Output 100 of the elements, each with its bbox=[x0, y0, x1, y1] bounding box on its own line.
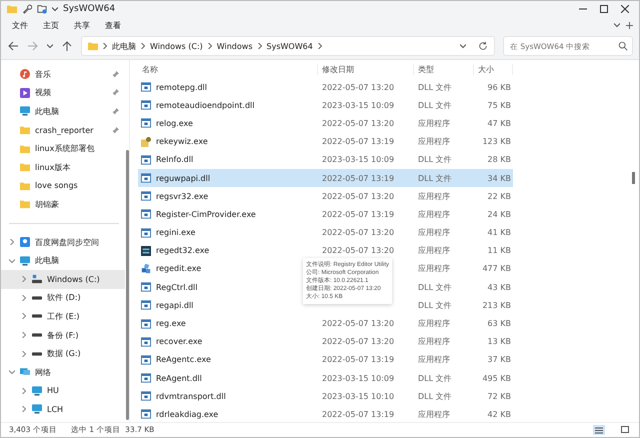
menu-item[interactable]: 共享 bbox=[69, 20, 100, 30]
sidebar-item[interactable]: 视频 bbox=[1, 84, 129, 102]
file-name[interactable]: ReAgentc.exe bbox=[156, 355, 211, 364]
breadcrumb-item[interactable]: Windows (C:) bbox=[150, 42, 203, 50]
tree-item[interactable]: 网络 bbox=[1, 362, 125, 382]
up-arrow-icon[interactable] bbox=[61, 40, 73, 52]
type-cell-text: DLL 文件 bbox=[417, 372, 453, 384]
chevron-down-icon[interactable] bbox=[47, 43, 53, 49]
tree-item[interactable]: Windows (C:) bbox=[1, 270, 125, 289]
file-name[interactable]: remoteaudioendpoint.dll bbox=[156, 100, 254, 110]
chevron-right-icon[interactable] bbox=[21, 313, 27, 320]
file-name[interactable]: regapi.dll bbox=[156, 300, 194, 310]
file-name[interactable]: rdvmtransport.dll bbox=[156, 392, 226, 401]
file-name[interactable]: remotepg.dll bbox=[156, 82, 208, 92]
size-cell-text: 123 KB bbox=[481, 137, 512, 146]
sidebar-item[interactable]: 胡锦豪 bbox=[1, 195, 129, 214]
file-name[interactable]: rekeywiz.exe bbox=[156, 137, 208, 146]
menu-item[interactable]: 查看 bbox=[100, 20, 131, 30]
menu-item[interactable]: 主页 bbox=[38, 20, 69, 30]
menu-item[interactable]: 文件 bbox=[7, 20, 38, 30]
refresh-icon[interactable] bbox=[478, 41, 488, 51]
monitor-icon bbox=[20, 106, 30, 116]
file-name[interactable]: regedt32.exe bbox=[156, 246, 210, 256]
chevron-right-icon[interactable] bbox=[21, 388, 27, 394]
file-name[interactable]: ReAgent.dll bbox=[156, 374, 202, 383]
tree-item[interactable]: 工作 (E:) bbox=[1, 307, 125, 326]
chevron-right-icon[interactable] bbox=[21, 406, 27, 412]
column-header[interactable]: 大小 bbox=[474, 64, 513, 74]
sidebar-item[interactable]: 此电脑 bbox=[1, 102, 129, 121]
type-cell-text: DLL 文件 bbox=[417, 282, 453, 293]
file-name[interactable]: RegCtrl.dll bbox=[156, 282, 198, 292]
file-name[interactable]: rdrleakdiag.exe bbox=[156, 410, 218, 419]
file-name[interactable]: regsvr32.exe bbox=[156, 192, 208, 201]
sidebar-item[interactable]: linux版本 bbox=[1, 158, 129, 177]
type-cell-text: 应用程序 bbox=[417, 190, 451, 202]
chevron-right-icon[interactable] bbox=[21, 294, 27, 301]
breadcrumb-item[interactable]: SysWOW64 bbox=[266, 42, 313, 50]
folder-settings-icon[interactable] bbox=[37, 4, 47, 14]
application-file-icon bbox=[141, 100, 151, 110]
tree-item[interactable]: 此电脑 bbox=[1, 251, 125, 270]
sidebar-item[interactable]: love songs bbox=[1, 176, 129, 196]
maximize-icon[interactable] bbox=[600, 5, 608, 13]
date-cell-text: 2023-03-15 10:10 bbox=[321, 392, 396, 401]
file-name[interactable]: reg.exe bbox=[156, 319, 186, 328]
breadcrumb-item[interactable]: 此电脑 bbox=[112, 40, 136, 52]
tiles-view-button[interactable] bbox=[619, 425, 631, 435]
address-bar[interactable]: 此电脑 Windows (C:) Windows SysWOW64 bbox=[81, 36, 495, 56]
chevron-down-icon[interactable] bbox=[614, 22, 620, 28]
file-name[interactable]: regini.exe bbox=[156, 228, 196, 238]
chevron-right-icon[interactable] bbox=[21, 350, 27, 357]
application-file-icon bbox=[141, 209, 151, 220]
type-cell-text: DLL 文件 bbox=[417, 390, 453, 402]
column-header[interactable]: 修改日期 bbox=[318, 64, 414, 74]
sidebar-item[interactable]: linux系统部署包 bbox=[1, 139, 129, 158]
file-name[interactable]: reguwpapi.dll bbox=[156, 174, 210, 183]
back-arrow-icon[interactable] bbox=[7, 40, 19, 52]
date-cell-text: 2023-03-15 10:09 bbox=[321, 374, 396, 383]
chevron-right-icon[interactable] bbox=[9, 239, 15, 246]
size-cell-text: 37 KB bbox=[486, 355, 512, 364]
tree-item[interactable]: 百度网盘同步空间 bbox=[1, 232, 125, 252]
tree-item[interactable]: LCH bbox=[1, 400, 125, 419]
breadcrumb-item[interactable]: Windows bbox=[216, 42, 252, 50]
plus-icon[interactable] bbox=[626, 22, 633, 28]
type-cell-text: DLL 文件 bbox=[417, 172, 453, 184]
chevron-down-icon[interactable] bbox=[9, 258, 15, 264]
tree-item[interactable]: 软件 (D:) bbox=[1, 288, 125, 308]
caret-icon[interactable] bbox=[52, 6, 58, 12]
file-name[interactable]: regedit.exe bbox=[156, 264, 202, 274]
date-cell-text: 2022-05-07 13:20 bbox=[321, 118, 396, 128]
sidebar-item[interactable]: crash_reporter bbox=[1, 120, 129, 140]
application-file-icon bbox=[141, 118, 151, 128]
system-drive-icon bbox=[32, 274, 42, 284]
column-header[interactable]: 名称 bbox=[138, 64, 318, 74]
chevron-right-icon[interactable] bbox=[21, 276, 27, 282]
type-cell-text: 应用程序 bbox=[417, 318, 451, 330]
chevron-down-icon[interactable] bbox=[460, 43, 466, 49]
details-view-button[interactable] bbox=[593, 425, 605, 435]
size-cell-text: 28 KB bbox=[486, 155, 512, 164]
tree-item[interactable]: 备份 (F:) bbox=[1, 326, 125, 344]
chevron-down-icon[interactable] bbox=[9, 369, 15, 376]
key-icon bbox=[141, 136, 151, 147]
size-cell-text: 63 KB bbox=[486, 319, 512, 328]
file-name[interactable]: recover.exe bbox=[156, 337, 202, 346]
wrench-icon[interactable] bbox=[22, 4, 32, 14]
type-cell-text: 应用程序 bbox=[417, 408, 451, 420]
date-cell-text: 2023-03-15 10:09 bbox=[321, 155, 396, 164]
tree-item[interactable]: HU bbox=[1, 382, 125, 400]
chevron-right-icon[interactable] bbox=[21, 332, 27, 338]
column-header[interactable]: 类型 bbox=[414, 64, 474, 74]
file-name[interactable]: ReInfo.dll bbox=[156, 155, 194, 164]
tree-item[interactable]: 数据 (G:) bbox=[1, 344, 125, 363]
application-file-icon bbox=[141, 391, 151, 402]
file-name[interactable]: Register-CimProvider.exe bbox=[156, 210, 256, 219]
sidebar-item[interactable]: 音乐 bbox=[1, 65, 129, 84]
close-icon[interactable] bbox=[621, 5, 629, 13]
file-name[interactable]: relog.exe bbox=[156, 118, 193, 128]
type-cell-text: 应用程序 bbox=[417, 263, 451, 274]
application-file-icon bbox=[141, 336, 151, 347]
type-cell-text: DLL 文件 bbox=[417, 82, 453, 93]
selected-row[interactable]: reguwpapi.dll 2022-05-07 13:19 DLL 文件 34 KB bbox=[138, 168, 513, 188]
